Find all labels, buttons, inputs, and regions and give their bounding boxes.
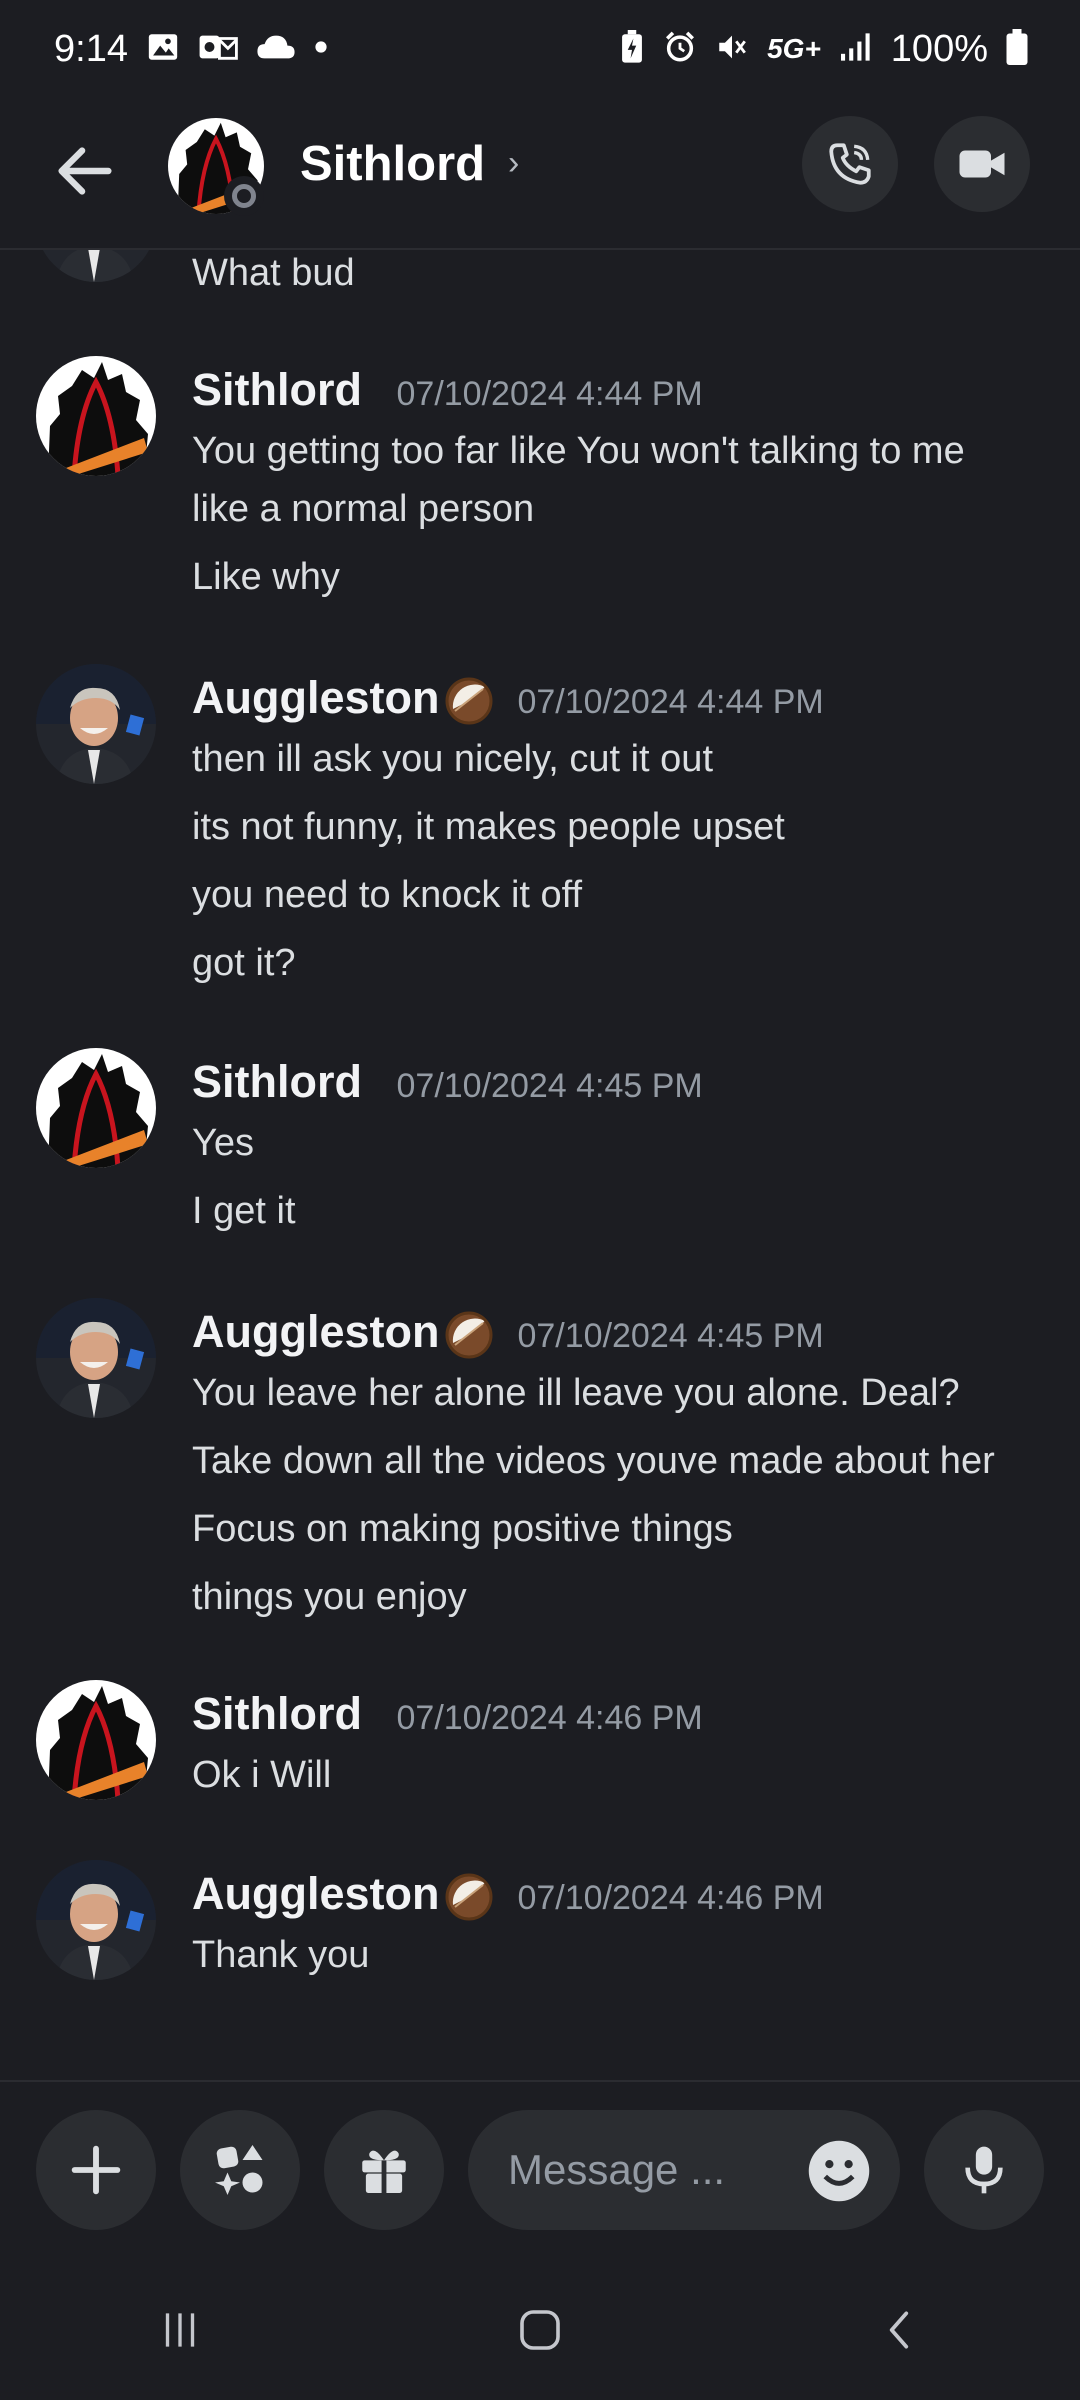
dot-icon	[314, 40, 328, 59]
message-line: got it?	[192, 942, 296, 984]
composer-bar: Message ...	[0, 2080, 1080, 2260]
avatar[interactable]	[36, 1680, 156, 1800]
recents-button[interactable]	[120, 2280, 240, 2380]
voice-call-button[interactable]	[802, 116, 898, 212]
offline-status-indicator	[224, 176, 264, 216]
alarm-icon	[663, 30, 697, 69]
battery-percent: 100%	[890, 27, 988, 70]
gift-icon	[362, 2150, 406, 2195]
plus-icon	[71, 2145, 121, 2195]
message-timestamp: 07/10/2024 4:46 PM	[396, 1699, 703, 1737]
message-author[interactable]: Sithlord 07/10/2024 4:46 PM	[192, 1688, 703, 1740]
channel-title[interactable]: Sithlord	[300, 136, 485, 192]
network-5g-icon: 5G+	[767, 33, 821, 64]
back-icon	[889, 2311, 909, 2349]
avatar[interactable]	[36, 1048, 156, 1168]
message-input[interactable]: Message ...	[468, 2110, 900, 2230]
emoji-button[interactable]	[806, 2138, 872, 2204]
outlook-icon	[198, 30, 238, 69]
message-timestamp: 07/10/2024 4:45 PM	[517, 1317, 824, 1355]
author-name[interactable]: Sithlord	[192, 1056, 362, 1107]
message-line: Ok i Will	[192, 1754, 332, 1796]
apps-button[interactable]	[180, 2110, 300, 2230]
message-line: then ill ask you nicely, cut it out	[192, 738, 713, 780]
status-left: 9:14	[54, 28, 328, 71]
message-line: its not funny, it makes people upset	[192, 806, 785, 848]
message-author[interactable]: Auggleston 07/10/2024 4:46 PM	[192, 1868, 824, 1923]
message-author[interactable]: Auggleston 07/10/2024 4:45 PM	[192, 1306, 824, 1361]
system-nav-bar	[0, 2260, 1080, 2400]
arrow-left-icon	[58, 147, 112, 195]
message-line: Focus on making positive things	[192, 1508, 733, 1550]
author-name[interactable]: Sithlord	[192, 364, 362, 415]
emoji-icon	[808, 2140, 870, 2202]
recents-icon	[165, 2313, 195, 2347]
message-line: Yes	[192, 1122, 254, 1164]
video-icon	[959, 150, 1005, 178]
message-author[interactable]: Sithlord 07/10/2024 4:45 PM	[192, 1056, 703, 1108]
author-name[interactable]: Auggleston	[192, 1306, 439, 1357]
status-time: 9:14	[54, 27, 128, 70]
chat-header: Sithlord ›	[0, 98, 1080, 250]
message-placeholder: Message ...	[508, 2146, 726, 2193]
message-line: Like why	[192, 556, 340, 598]
back-button[interactable]	[50, 136, 120, 206]
coconut-emoji-icon	[443, 675, 495, 727]
author-name[interactable]: Auggleston	[192, 1868, 439, 1919]
signal-icon	[839, 32, 873, 67]
message-timestamp: 07/10/2024 4:45 PM	[396, 1067, 703, 1105]
message-line: Take down all the videos youve made abou…	[192, 1440, 995, 1482]
battery-saver-icon	[619, 29, 645, 69]
message-line: You leave her alone ill leave you alone.…	[192, 1372, 960, 1414]
home-button[interactable]	[480, 2280, 600, 2380]
coconut-emoji-icon	[443, 1309, 495, 1361]
message-list[interactable]: What bud Sithlord 07/10/2024 4:44 PM You…	[0, 250, 1080, 2080]
voice-message-button[interactable]	[924, 2110, 1044, 2230]
avatar[interactable]	[36, 356, 156, 476]
avatar[interactable]	[36, 664, 156, 784]
avatar[interactable]	[36, 1298, 156, 1418]
chevron-right-icon[interactable]: ›	[508, 144, 519, 183]
message-line: you need to knock it off	[192, 874, 583, 916]
message-timestamp: 07/10/2024 4:44 PM	[517, 683, 824, 721]
cloud-icon	[256, 32, 296, 67]
battery-icon	[1006, 28, 1028, 70]
author-name[interactable]: Sithlord	[192, 1688, 362, 1739]
gift-button[interactable]	[324, 2110, 444, 2230]
video-call-button[interactable]	[934, 116, 1030, 212]
nav-back-button[interactable]	[840, 2280, 960, 2380]
message-line: Thank you	[192, 1934, 370, 1976]
message-line: like a normal person	[192, 488, 535, 530]
status-bar: 9:14 5G+ 100%	[0, 0, 1080, 98]
status-right: 5G+ 100%	[619, 28, 1028, 71]
message-line: things you enjoy	[192, 1576, 467, 1618]
coconut-emoji-icon	[443, 1871, 495, 1923]
home-icon	[520, 2310, 560, 2350]
message-author[interactable]: Auggleston 07/10/2024 4:44 PM	[192, 672, 824, 727]
message-timestamp: 07/10/2024 4:44 PM	[396, 375, 703, 413]
message-author[interactable]: Sithlord 07/10/2024 4:44 PM	[192, 364, 703, 416]
message-line: What bud	[192, 252, 355, 294]
message-line: I get it	[192, 1190, 296, 1232]
apps-icon	[215, 2145, 263, 2195]
author-name[interactable]: Auggleston	[192, 672, 439, 723]
microphone-icon	[965, 2146, 1003, 2194]
message-line: You getting too far like You won't talki…	[192, 430, 965, 472]
mute-icon	[715, 30, 749, 69]
message-timestamp: 07/10/2024 4:46 PM	[517, 1879, 824, 1917]
phone-icon	[829, 143, 871, 185]
attach-button[interactable]	[36, 2110, 156, 2230]
avatar[interactable]	[36, 1860, 156, 1980]
gallery-icon	[146, 30, 180, 69]
avatar[interactable]	[36, 250, 156, 282]
